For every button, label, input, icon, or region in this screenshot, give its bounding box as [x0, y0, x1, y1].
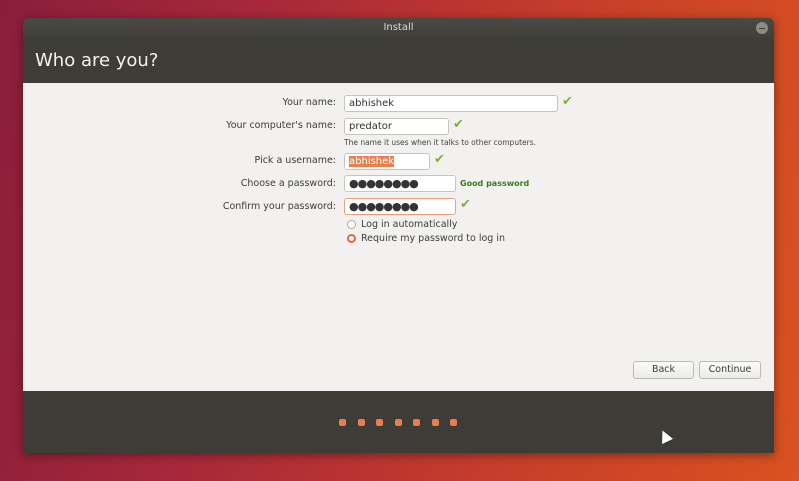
progress-dot [394, 419, 402, 426]
radio-require-password[interactable]: Require my password to log in [347, 233, 505, 244]
progress-dot [339, 419, 346, 426]
progress-dot [431, 419, 439, 426]
check-icon: ✔ [453, 117, 464, 132]
back-button[interactable]: Back [633, 361, 694, 379]
continue-button[interactable]: Continue [699, 361, 761, 379]
username-input[interactable]: abhishek [344, 153, 430, 170]
progress-dots [339, 419, 457, 426]
your-name-input[interactable]: abhishek [344, 95, 558, 112]
install-window: Install Who are you? Your name: abhishek… [23, 18, 774, 453]
your-name-label: Your name: [282, 97, 336, 108]
password-input[interactable]: ●●●●●●●● [344, 175, 456, 192]
computer-name-input[interactable]: predator [344, 118, 449, 135]
computer-name-hint: The name it uses when it talks to other … [344, 138, 537, 147]
radio-label: Require my password to log in [361, 233, 506, 244]
check-icon: ✔ [434, 152, 445, 167]
username-value: abhishek [349, 156, 395, 167]
progress-dot [413, 419, 420, 426]
radio-label: Log in automatically [361, 219, 458, 230]
check-icon: ✔ [562, 94, 573, 109]
minimize-icon[interactable] [756, 22, 768, 34]
radio-log-in-automatically[interactable]: Log in automatically [347, 219, 457, 230]
check-icon: ✔ [460, 197, 471, 212]
radio-unchecked-icon [347, 220, 356, 229]
confirm-password-label: Confirm your password: [222, 201, 336, 212]
progress-dot [376, 419, 383, 426]
progress-dot [450, 419, 457, 426]
computer-name-label: Your computer's name: [226, 120, 336, 131]
password-strength: Good password [460, 179, 530, 188]
username-label: Pick a username: [254, 155, 336, 166]
page-title: Who are you? [35, 50, 159, 71]
confirm-password-input[interactable]: ●●●●●●●● [344, 198, 456, 215]
progress-dot [357, 419, 365, 426]
radio-checked-icon [347, 234, 356, 243]
window-title: Install [383, 22, 414, 33]
title-bar: Install [23, 18, 774, 38]
password-label: Choose a password: [240, 178, 336, 189]
form-area: Your name: abhishek ✔ Your computer's na… [23, 83, 774, 391]
